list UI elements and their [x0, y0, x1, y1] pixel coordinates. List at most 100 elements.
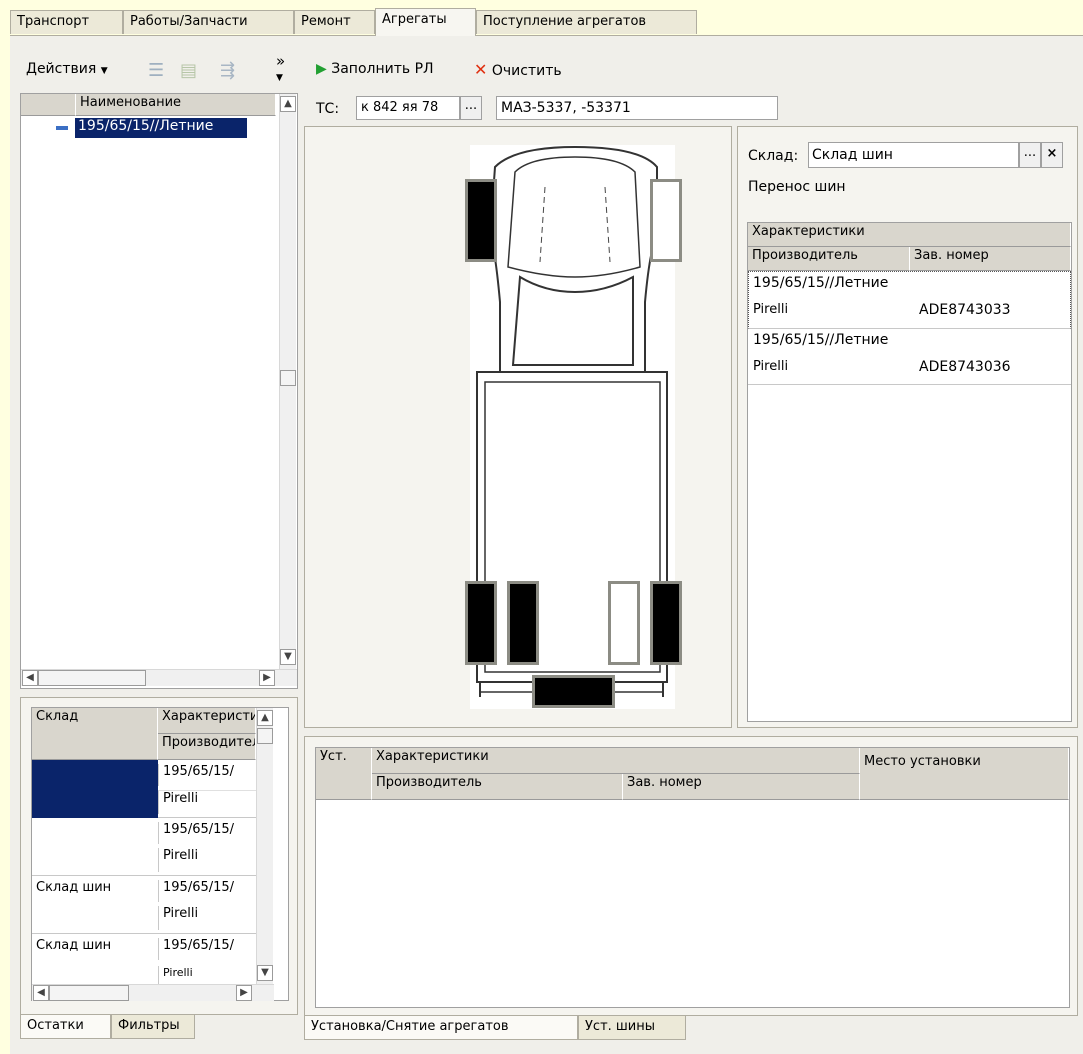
fill-waybill-button[interactable]: ▶ Заполнить РЛ — [316, 61, 434, 77]
tree-column-name-header[interactable]: Наименование — [76, 94, 276, 116]
stock-column-warehouse-header[interactable]: Склад — [32, 708, 158, 760]
install-maker-header[interactable]: Производитель — [372, 774, 623, 800]
transfer-label: Перенос шин — [748, 179, 846, 195]
vehicle-select-button[interactable]: ... — [460, 96, 482, 120]
tire-rear-left-inner[interactable] — [507, 581, 539, 665]
tree-add-icon[interactable]: ☰ — [148, 60, 170, 81]
scroll-right-icon[interactable]: ▶ — [236, 985, 252, 1001]
stock-vertical-scrollbar[interactable]: ▲ ▼ — [256, 708, 273, 984]
scroll-thumb-horizontal[interactable] — [49, 985, 129, 1001]
stock-store-cell: Склад шин — [36, 938, 112, 953]
tree-vertical-scrollbar[interactable]: ▲ ▼ — [279, 94, 296, 669]
stock-name-cell: 195/65/15/ — [158, 938, 256, 960]
warehouse-panel: Склад: Склад шин ... × Перенос шин Харак… — [737, 126, 1078, 728]
install-place-header[interactable]: Место установки — [860, 748, 1069, 800]
tire-name-cell: 195/65/15//Летние — [753, 332, 889, 348]
table-row[interactable]: 195/65/15/ Pirelli — [32, 818, 256, 876]
tire-spare[interactable] — [532, 675, 615, 708]
vehicle-model-value: МАЗ-5337, -53371 — [501, 100, 631, 116]
vehicle-label: ТС: — [316, 101, 340, 117]
scroll-thumb[interactable] — [257, 728, 273, 744]
vehicle-model-field: МАЗ-5337, -53371 — [496, 96, 778, 120]
table-row[interactable]: Склад шин 195/65/15/ Pirelli — [32, 876, 256, 934]
scroll-up-icon[interactable]: ▲ — [280, 96, 296, 112]
tire-name-cell: 195/65/15//Летние — [753, 275, 889, 291]
warehouse-select-field[interactable]: Склад шин — [808, 142, 1019, 168]
tab-transport[interactable]: Транспорт — [10, 10, 123, 34]
scroll-left-icon[interactable]: ◀ — [33, 985, 49, 1001]
scroll-down-icon[interactable]: ▼ — [257, 965, 273, 981]
chevron-down-icon: ▼ — [100, 66, 108, 76]
edit-icon[interactable]: ▤ — [180, 60, 202, 81]
table-row[interactable]: Склад шин 195/65/15/ Pirelli — [32, 934, 256, 984]
stock-column-maker-header[interactable]: Производитель — [158, 734, 256, 760]
tire-rear-right-outer[interactable] — [650, 581, 682, 665]
scroll-down-icon[interactable]: ▼ — [280, 649, 296, 665]
scroll-thumb[interactable] — [280, 370, 296, 386]
tire-rear-right-inner[interactable] — [608, 581, 640, 665]
stock-name-cell: 195/65/15/ — [158, 764, 256, 786]
tab-aggregates-receipt[interactable]: Поступление агрегатов — [476, 10, 697, 34]
scroll-thumb-horizontal[interactable] — [38, 670, 146, 686]
stock-column-chars-header[interactable]: Характеристики — [158, 708, 256, 734]
table-row[interactable]: 195/65/15/ Pirelli — [32, 760, 256, 818]
tree-move-icon[interactable]: ⇶ — [220, 60, 242, 81]
install-chars-header[interactable]: Характеристики — [372, 748, 860, 774]
stock-horizontal-scrollbar[interactable]: ◀ ▶ — [32, 984, 274, 1001]
warehouse-clear-button[interactable]: × — [1041, 142, 1063, 168]
tire-front-right[interactable] — [650, 179, 682, 262]
vehicle-diagram-panel — [304, 126, 732, 728]
serial-column-header[interactable]: Зав. номер — [910, 247, 1071, 271]
warehouse-label: Склад: — [748, 148, 799, 164]
tree-item[interactable]: 195/65/15//Летние — [21, 117, 279, 139]
tab-install-remove[interactable]: Установка/Снятие агрегатов — [304, 1016, 578, 1040]
tree-item-label: 195/65/15//Летние — [75, 118, 247, 138]
tab-filters[interactable]: Фильтры — [111, 1015, 195, 1039]
stock-name-cell: 195/65/15/ — [158, 880, 256, 902]
tab-remainders[interactable]: Остатки — [20, 1015, 111, 1039]
collapse-icon[interactable] — [56, 126, 68, 130]
vehicle-plate-field[interactable]: к 842 яя 78 — [356, 96, 460, 120]
warehouse-tires-table: Характеристики Производитель Зав. номер … — [747, 222, 1072, 722]
tab-repair[interactable]: Ремонт — [294, 10, 375, 34]
stock-maker-cell: Pirelli — [158, 790, 256, 814]
scroll-right-icon[interactable]: ▶ — [259, 670, 275, 686]
tire-maker-cell: Pirelli — [753, 359, 789, 374]
vehicle-plate-value: к 842 яя 78 — [361, 100, 439, 115]
stock-maker-cell: Pirelli — [158, 966, 256, 984]
warehouse-value: Склад шин — [812, 147, 893, 163]
close-icon: ✕ — [474, 60, 488, 79]
tire-rear-left-outer[interactable] — [465, 581, 497, 665]
stock-table: Склад Характеристики Производитель 195/6… — [31, 707, 289, 1001]
table-row[interactable]: 195/65/15//Летние Pirelli ADE8743033 — [748, 271, 1071, 329]
install-column-header[interactable]: Уст. — [316, 748, 372, 800]
play-icon: ▶ — [316, 61, 327, 77]
stock-maker-cell: Pirelli — [158, 906, 256, 930]
warehouse-select-button[interactable]: ... — [1019, 142, 1041, 168]
chars-group-header[interactable]: Характеристики — [748, 223, 1071, 247]
clear-button[interactable]: ✕ Очистить — [474, 60, 562, 79]
actions-menu[interactable]: Действия ▼ — [26, 61, 108, 77]
scroll-left-icon[interactable]: ◀ — [22, 670, 38, 686]
table-row[interactable]: 195/65/15//Летние Pirelli ADE8743036 — [748, 329, 1071, 385]
stock-store-cell: Склад шин — [36, 880, 112, 895]
tab-install-tires[interactable]: Уст. шины — [578, 1016, 686, 1040]
tire-front-left[interactable] — [465, 179, 497, 262]
tab-aggregates[interactable]: Агрегаты — [375, 8, 476, 36]
stock-maker-cell: Pirelli — [158, 848, 256, 872]
stock-store-cell — [32, 822, 158, 844]
tree-list: Наименование 195/65/15//Летние ▲ ▼ ◀ ▶ — [20, 93, 298, 689]
tree-header-blank — [21, 94, 76, 116]
right-toolbar: ▶ Заполнить РЛ ✕ Очистить — [310, 56, 1080, 86]
tire-serial-cell: ADE8743033 — [919, 302, 1011, 318]
more-actions-icon[interactable]: » ▼ — [276, 54, 285, 85]
install-table: Уст. Характеристики Производитель Зав. н… — [315, 747, 1070, 1008]
stock-store-cell — [32, 760, 158, 818]
tree-horizontal-scrollbar[interactable]: ◀ ▶ — [21, 669, 297, 686]
tire-maker-cell: Pirelli — [753, 302, 789, 317]
scroll-up-icon[interactable]: ▲ — [257, 710, 273, 726]
tab-works-parts[interactable]: Работы/Запчасти — [123, 10, 294, 34]
install-serial-header[interactable]: Зав. номер — [623, 774, 860, 800]
tire-serial-cell: ADE8743036 — [919, 359, 1011, 375]
maker-column-header[interactable]: Производитель — [748, 247, 910, 271]
